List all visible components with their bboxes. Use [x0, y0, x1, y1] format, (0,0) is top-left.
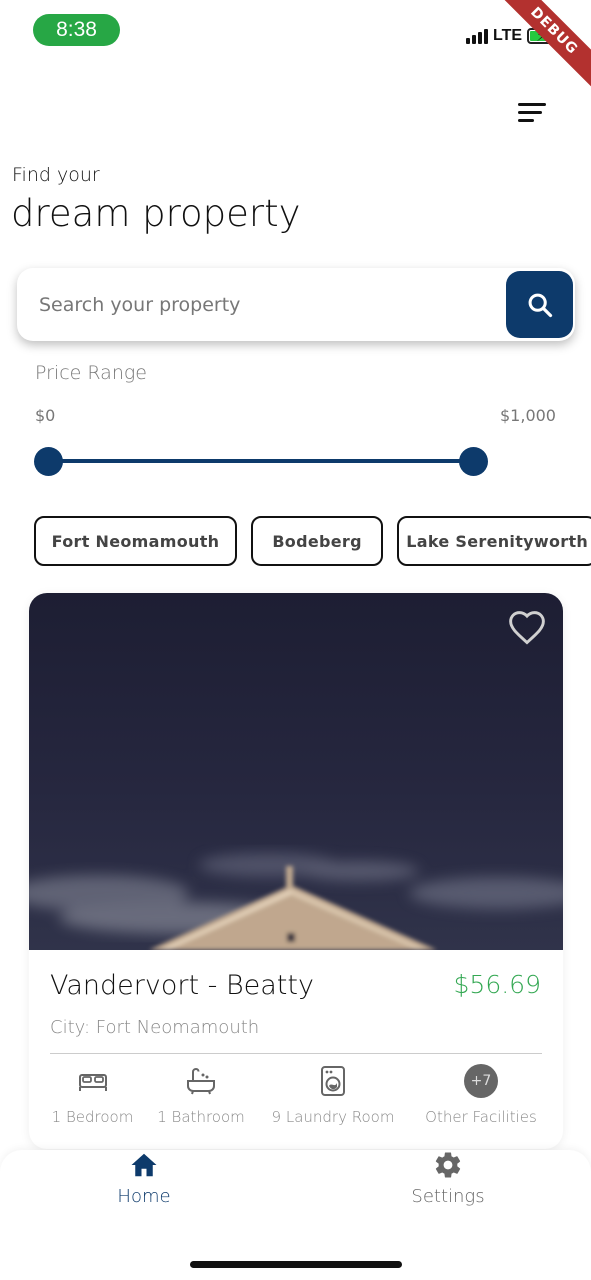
price-slider-track[interactable]: [48, 459, 474, 463]
price-min-label: $0: [35, 406, 56, 425]
bed-icon: [78, 1074, 107, 1091]
heart-outline-icon: [509, 611, 545, 645]
property-city: City: Fort Neomamouth: [50, 1017, 260, 1038]
property-title: Vandervort - Beatty: [50, 970, 314, 1001]
facility-label: 9 Laundry Room: [271, 1108, 395, 1126]
page-title: dream property: [11, 192, 301, 235]
price-max-label: $1,000: [500, 406, 556, 425]
network-type: LTE: [493, 27, 523, 44]
house-roof-photo: [29, 853, 563, 950]
nav-label-settings: Settings: [411, 1186, 485, 1207]
facility-bedroom: 1 Bedroom: [50, 1063, 135, 1126]
search-button[interactable]: [506, 271, 573, 338]
facility-label: Other Facilities: [425, 1108, 537, 1126]
location-chip[interactable]: Fort Neomamouth: [34, 516, 237, 566]
property-card[interactable]: Vandervort - Beatty $56.69 City: Fort Ne…: [29, 593, 563, 1149]
price-slider-min-thumb[interactable]: [34, 447, 63, 476]
favorite-button[interactable]: [507, 609, 549, 647]
property-price: $56.69: [453, 970, 541, 999]
location-chips: Fort Neomamouth Bodeberg Lake Serenitywo…: [34, 516, 591, 568]
washing-machine-icon: [321, 1066, 345, 1096]
home-indicator[interactable]: [190, 1261, 402, 1268]
facility-other[interactable]: +7 Other Facilities: [419, 1063, 543, 1126]
nav-item-home[interactable]: Home: [108, 1150, 180, 1207]
debug-banner: DEBUG: [484, 0, 591, 101]
search-icon: [528, 293, 552, 317]
facility-label: 1 Bathroom: [157, 1108, 245, 1126]
hero-subtitle: Find your: [12, 164, 100, 186]
home-icon: [131, 1153, 157, 1177]
facility-bathroom: 1 Bathroom: [155, 1063, 247, 1126]
search-bar: [17, 268, 575, 341]
property-image: [29, 593, 563, 950]
divider: [50, 1053, 542, 1054]
nav-item-settings[interactable]: Settings: [404, 1150, 492, 1207]
facility-label: 1 Bedroom: [51, 1108, 134, 1126]
location-chip[interactable]: Bodeberg: [251, 516, 384, 566]
status-time: 8:38: [33, 14, 120, 46]
gear-icon: [435, 1152, 461, 1178]
price-slider-max-thumb[interactable]: [459, 447, 488, 476]
search-input[interactable]: [39, 268, 499, 341]
location-chip[interactable]: Lake Serenityworth: [397, 516, 591, 566]
menu-icon[interactable]: [518, 103, 548, 125]
facility-laundry: 9 Laundry Room: [267, 1063, 399, 1126]
signal-icon: [466, 28, 488, 44]
price-range-label: Price Range: [35, 362, 147, 384]
nav-label-home: Home: [117, 1186, 171, 1207]
bathtub-icon: [187, 1067, 215, 1095]
more-facilities-badge: +7: [464, 1064, 498, 1098]
